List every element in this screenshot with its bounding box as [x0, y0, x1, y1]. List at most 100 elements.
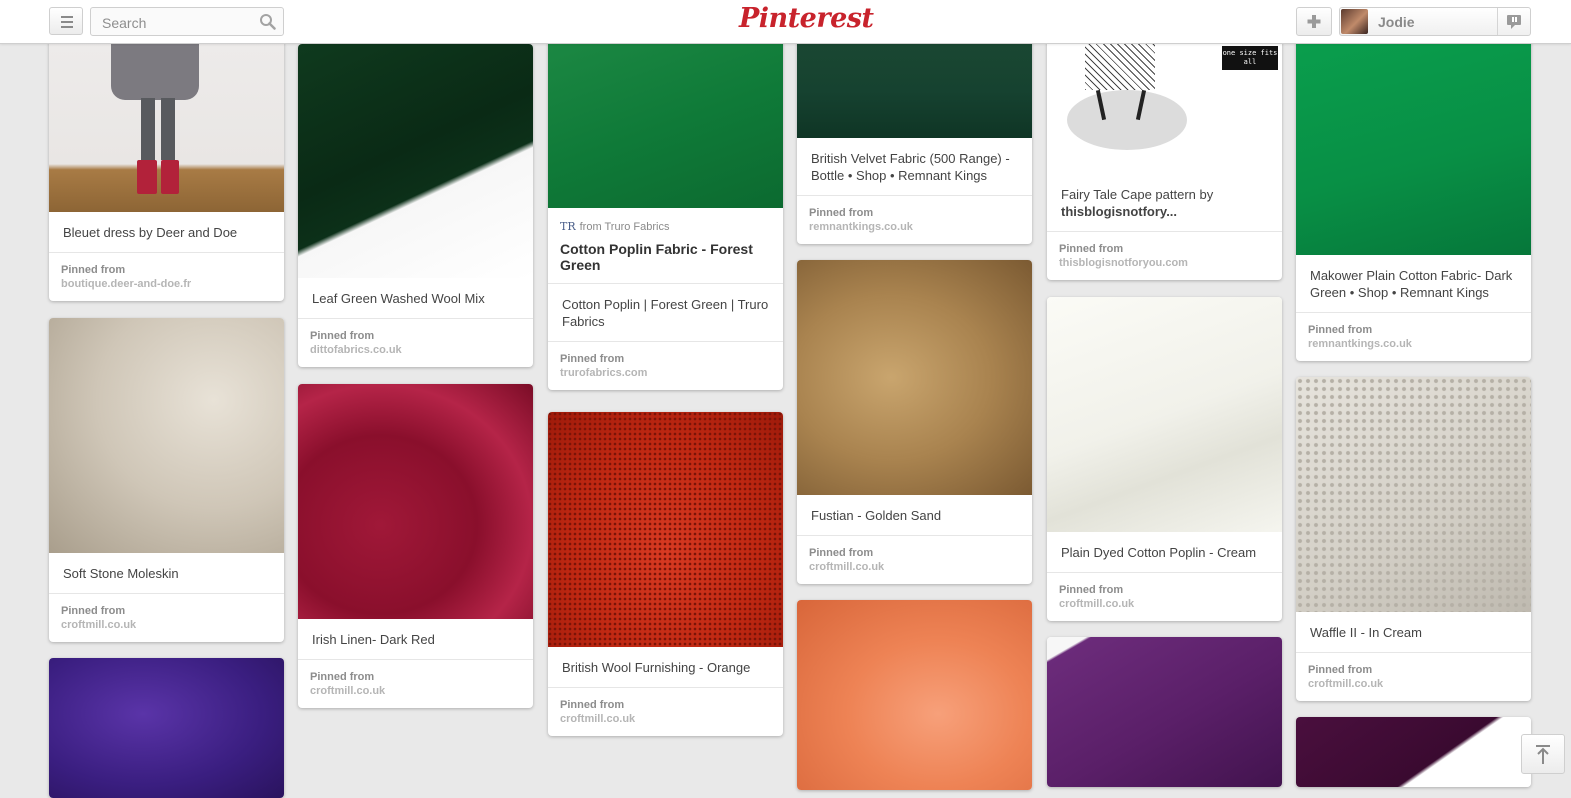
pin-source[interactable]: Pinned from croftmill.co.uk — [1296, 653, 1531, 701]
pin-source[interactable]: Pinned from boutique.deer-and-doe.fr — [49, 253, 284, 301]
pinned-from-label: Pinned from — [1308, 664, 1373, 676]
pin-image[interactable] — [49, 658, 284, 798]
pin-description: Bleuet dress by Deer and Doe — [49, 212, 284, 253]
legs — [161, 98, 175, 160]
pin-card[interactable]: Fustian - Golden Sand Pinned from croftm… — [797, 260, 1032, 584]
pin-card[interactable]: Waffle II - In Cream Pinned from croftmi… — [1296, 377, 1531, 701]
boots — [161, 160, 179, 194]
pin-source[interactable]: Pinned from remnantkings.co.uk — [1296, 313, 1531, 361]
pin-image[interactable] — [49, 318, 284, 553]
pinned-from-domain[interactable]: croftmill.co.uk — [310, 684, 521, 698]
pin-description: Waffle II - In Cream — [1296, 612, 1531, 653]
pinned-from-label: Pinned from — [61, 605, 126, 617]
pin-source-attribution[interactable]: TR from Truro Fabrics — [548, 208, 783, 241]
pinned-from-domain[interactable]: remnantkings.co.uk — [809, 220, 1020, 234]
pinned-from-domain[interactable]: trurofabrics.com — [560, 366, 771, 380]
pin-card[interactable]: Irish Linen- Dark Red Pinned from croftm… — [298, 384, 533, 708]
pin-card[interactable]: Makower Plain Cotton Fabric- Dark Green … — [1296, 20, 1531, 361]
pinned-from-domain[interactable]: dittofabrics.co.uk — [310, 343, 521, 357]
search-placeholder: Search — [102, 15, 147, 31]
pin-description: British Velvet Fabric (500 Range) - Bott… — [797, 138, 1032, 196]
pinned-from-domain[interactable]: croftmill.co.uk — [809, 560, 1020, 574]
pinned-from-label: Pinned from — [809, 547, 874, 559]
pin-image[interactable] — [548, 20, 783, 208]
pinned-from-domain[interactable]: croftmill.co.uk — [61, 618, 272, 632]
pin-image[interactable] — [797, 260, 1032, 495]
pinned-from-domain[interactable]: croftmill.co.uk — [560, 712, 771, 726]
search-icon[interactable] — [259, 13, 276, 30]
pin-card[interactable]: one size fits all Fairy Tale Cape patter… — [1047, 20, 1282, 280]
pin-description: Irish Linen- Dark Red — [298, 619, 533, 660]
pin-source[interactable]: Pinned from thisblogisnotforyou.com — [1047, 232, 1282, 280]
user-menu[interactable]: Jodie — [1339, 7, 1531, 36]
pinned-from-label: Pinned from — [560, 699, 625, 711]
scroll-top-icon — [1536, 745, 1550, 764]
pinned-from-label: Pinned from — [1059, 243, 1124, 255]
pinned-from-label: Pinned from — [809, 207, 874, 219]
pinned-from-domain[interactable]: boutique.deer-and-doe.fr — [61, 277, 272, 291]
pin-source[interactable]: Pinned from croftmill.co.uk — [1047, 573, 1282, 621]
legs — [141, 98, 155, 160]
pin-card[interactable]: Bleuet dress by Deer and Doe Pinned from… — [49, 20, 284, 301]
plus-icon — [1307, 15, 1321, 28]
pin-description: Makower Plain Cotton Fabric- Dark Green … — [1296, 255, 1531, 313]
pinned-from-domain[interactable]: thisblogisnotforyou.com — [1059, 256, 1270, 270]
boots — [137, 160, 157, 194]
notifications-button[interactable] — [1497, 8, 1530, 35]
pin-image[interactable] — [1296, 20, 1531, 255]
one-size-fits-all-tag: one size fits all — [1222, 46, 1278, 70]
pin-source[interactable]: Pinned from croftmill.co.uk — [49, 594, 284, 642]
pinned-from-domain[interactable]: croftmill.co.uk — [1059, 597, 1270, 611]
pin-image[interactable] — [298, 384, 533, 619]
pin-source[interactable]: Pinned from trurofabrics.com — [548, 342, 783, 390]
pin-card[interactable] — [797, 600, 1032, 790]
pinned-from-domain[interactable]: remnantkings.co.uk — [1308, 337, 1519, 351]
pinned-from-label: Pinned from — [560, 353, 625, 365]
scroll-to-top-button[interactable] — [1521, 734, 1565, 774]
pin-source[interactable]: Pinned from croftmill.co.uk — [797, 536, 1032, 584]
pin-description: Fustian - Golden Sand — [797, 495, 1032, 536]
pin-card[interactable] — [1047, 637, 1282, 787]
illustration-shadow — [1067, 90, 1187, 150]
pin-image[interactable] — [1296, 717, 1531, 787]
menu-button[interactable] — [49, 7, 83, 35]
pin-description: Leaf Green Washed Wool Mix — [298, 278, 533, 319]
pin-card[interactable]: British Velvet Fabric (500 Range) - Bott… — [797, 20, 1032, 244]
pin-description-text: Fairy Tale Cape pattern by — [1061, 187, 1214, 202]
menu-icon — [61, 16, 73, 18]
pin-image[interactable] — [1047, 297, 1282, 532]
pinned-from-domain[interactable]: croftmill.co.uk — [1308, 677, 1519, 691]
pin-card[interactable] — [49, 658, 284, 798]
pin-description-link[interactable]: thisblogisnotfory... — [1061, 204, 1177, 219]
menu-icon-line — [61, 26, 73, 28]
search-input[interactable]: Search — [90, 7, 284, 36]
pinned-from-label: Pinned from — [61, 264, 126, 276]
pin-card[interactable]: Leaf Green Washed Wool Mix Pinned from d… — [298, 44, 533, 367]
pinned-from-label: Pinned from — [1059, 584, 1124, 596]
pin-description: British Wool Furnishing - Orange — [548, 647, 783, 688]
pin-source[interactable]: Pinned from remnantkings.co.uk — [797, 196, 1032, 244]
pin-source-prefix: from Truro Fabrics — [579, 221, 670, 233]
pin-source[interactable]: Pinned from dittofabrics.co.uk — [298, 319, 533, 367]
pin-card[interactable]: TR from Truro Fabrics Cotton Poplin Fabri… — [548, 20, 783, 390]
pin-image[interactable] — [298, 44, 533, 278]
add-pin-button[interactable] — [1296, 7, 1332, 36]
pin-image[interactable] — [1047, 637, 1282, 787]
avatar — [1341, 9, 1368, 34]
pin-card[interactable] — [1296, 717, 1531, 787]
pin-image[interactable] — [797, 600, 1032, 790]
pinned-from-label: Pinned from — [310, 330, 375, 342]
pin-card[interactable]: Soft Stone Moleskin Pinned from croftmil… — [49, 318, 284, 642]
pin-image[interactable] — [1296, 377, 1531, 612]
pin-description: Soft Stone Moleskin — [49, 553, 284, 594]
pin-card[interactable]: British Wool Furnishing - Orange Pinned … — [548, 412, 783, 736]
pin-title[interactable]: Cotton Poplin Fabric - Forest Green — [548, 241, 783, 283]
pin-card[interactable]: Plain Dyed Cotton Poplin - Cream Pinned … — [1047, 297, 1282, 621]
menu-icon-line — [61, 21, 73, 23]
pin-source[interactable]: Pinned from croftmill.co.uk — [298, 660, 533, 708]
pin-image[interactable] — [49, 20, 284, 212]
pinterest-logo[interactable]: Pinterest — [739, 3, 874, 34]
pin-source[interactable]: Pinned from croftmill.co.uk — [548, 688, 783, 736]
notification-icon — [1507, 15, 1521, 29]
pin-image[interactable] — [548, 412, 783, 647]
